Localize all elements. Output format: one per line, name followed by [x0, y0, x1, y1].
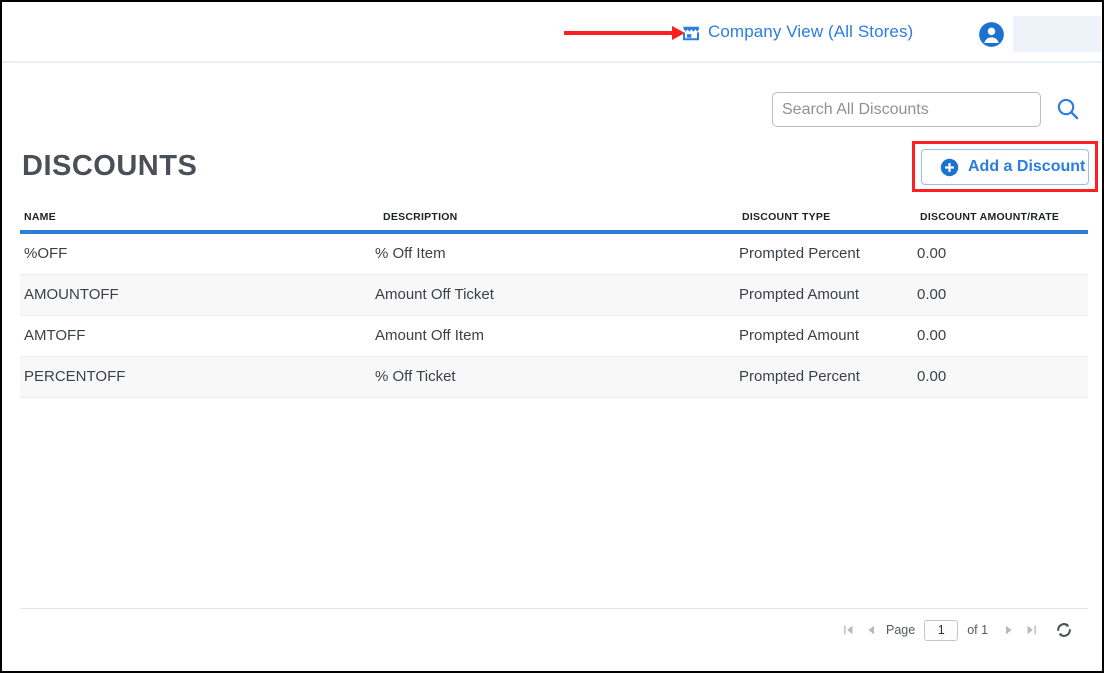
next-page-icon[interactable]: [998, 619, 1020, 641]
cell-description: Amount Off Ticket: [375, 286, 494, 303]
storefront-icon: [681, 23, 701, 43]
cell-discount-type: Prompted Amount: [739, 327, 860, 344]
first-page-icon[interactable]: [838, 619, 860, 641]
top-bar: Company View (All Stores): [2, 2, 1102, 63]
cell-name: AMOUNTOFF: [24, 286, 119, 303]
cell-description: % Off Ticket: [375, 368, 456, 385]
refresh-icon[interactable]: [1054, 620, 1074, 640]
table-header-row: NAME DESCRIPTION DISCOUNT TYPE DISCOUNT …: [20, 211, 1088, 234]
add-discount-button[interactable]: Add a Discount: [921, 149, 1089, 185]
previous-page-icon[interactable]: [860, 619, 882, 641]
page-label: Page: [886, 623, 916, 637]
footer-divider: [20, 608, 1088, 609]
discounts-table: NAME DESCRIPTION DISCOUNT TYPE DISCOUNT …: [20, 211, 1088, 398]
column-header-discount-amount-rate[interactable]: DISCOUNT AMOUNT/RATE: [920, 211, 1059, 223]
plus-circle-icon: [940, 158, 959, 177]
search-icon[interactable]: [1055, 96, 1081, 122]
cell-name: AMTOFF: [24, 327, 86, 344]
table-row[interactable]: %OFF % Off Item Prompted Percent 0.00: [20, 234, 1088, 275]
application-window: Company View (All Stores) DISCOUNTS: [0, 0, 1104, 673]
cell-discount-type: Prompted Percent: [739, 245, 860, 262]
cell-discount-amount: 0.00: [917, 327, 947, 344]
column-header-discount-type[interactable]: DISCOUNT TYPE: [742, 211, 830, 223]
table-row[interactable]: AMTOFF Amount Off Item Prompted Amount 0…: [20, 316, 1088, 357]
cell-name: %OFF: [24, 245, 68, 262]
cell-discount-amount: 0.00: [917, 368, 947, 385]
last-page-icon[interactable]: [1020, 619, 1042, 641]
annotation-arrow-line: [564, 31, 676, 35]
table-row[interactable]: PERCENTOFF % Off Ticket Prompted Percent…: [20, 357, 1088, 398]
column-header-description[interactable]: DESCRIPTION: [383, 211, 458, 223]
user-menu-slot[interactable]: [1013, 16, 1101, 52]
cell-discount-type: Prompted Percent: [739, 368, 860, 385]
pagination-controls: Page of 1: [838, 617, 1074, 643]
column-header-name[interactable]: NAME: [24, 211, 56, 223]
page-number-input[interactable]: [924, 619, 959, 641]
cell-description: % Off Item: [375, 245, 446, 262]
page-total-label: of 1: [967, 623, 989, 637]
search-input[interactable]: [772, 92, 1041, 127]
table-row[interactable]: AMOUNTOFF Amount Off Ticket Prompted Amo…: [20, 275, 1088, 316]
cell-description: Amount Off Item: [375, 327, 484, 344]
user-avatar-icon[interactable]: [978, 21, 1005, 48]
company-view-label[interactable]: Company View (All Stores): [708, 22, 913, 42]
add-discount-label: Add a Discount: [968, 158, 1086, 175]
cell-discount-amount: 0.00: [917, 286, 947, 303]
cell-name: PERCENTOFF: [24, 368, 126, 385]
page-title: DISCOUNTS: [22, 150, 198, 182]
cell-discount-amount: 0.00: [917, 245, 947, 262]
cell-discount-type: Prompted Amount: [739, 286, 860, 303]
